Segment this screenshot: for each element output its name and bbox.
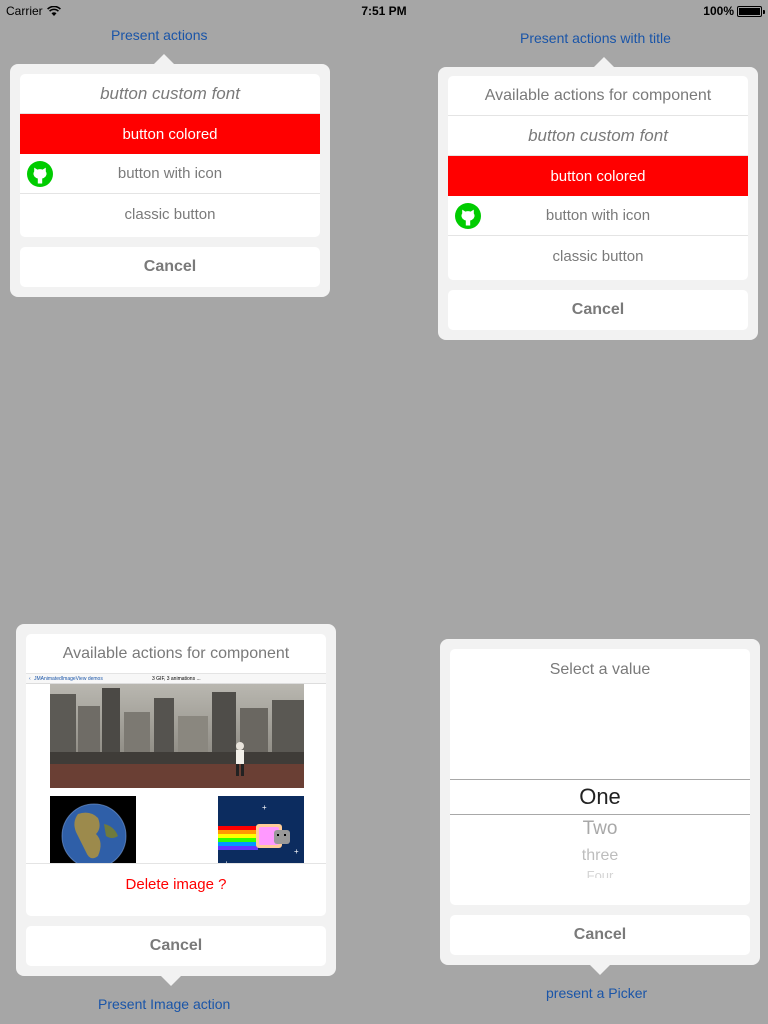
svg-text:+: +	[294, 847, 299, 856]
cancel-button[interactable]: Cancel	[20, 247, 320, 287]
custom-font-button[interactable]: button custom font	[448, 116, 748, 156]
svg-text:+: +	[224, 859, 229, 864]
nyan-cat-photo: + + +	[218, 796, 304, 864]
battery-icon	[737, 5, 765, 17]
cancel-button[interactable]: Cancel	[450, 915, 750, 955]
actions-title: Available actions for component	[448, 76, 748, 116]
custom-font-button[interactable]: button custom font	[20, 74, 320, 114]
embedded-back-label: JMAnimatedImageView demos	[34, 676, 103, 682]
classic-button[interactable]: classic button	[20, 194, 320, 234]
colored-button[interactable]: button colored	[20, 114, 320, 154]
github-icon	[27, 161, 53, 187]
back-chevron-icon: ‹	[29, 676, 31, 682]
picker-group: Select a value One Two three Four	[450, 649, 750, 905]
battery-percent: 100%	[703, 4, 734, 18]
icon-button-label: button with icon	[117, 165, 223, 182]
delete-image-button[interactable]: Delete image ?	[26, 864, 326, 904]
icon-button[interactable]: button with icon	[448, 196, 748, 236]
github-icon	[455, 203, 481, 229]
status-bar: Carrier 7:51 PM 100%	[0, 0, 768, 20]
picker-popover: Select a value One Two three Four Cancel	[440, 639, 760, 975]
present-image-action-link[interactable]: Present Image action	[98, 996, 230, 1012]
image-action-popover: Available actions for component ‹ JMAnim…	[16, 624, 336, 986]
picker-option-four[interactable]: Four	[450, 868, 750, 878]
actions-popover: button custom font button colored button…	[10, 54, 330, 297]
image-action-title: Available actions for component	[26, 634, 326, 674]
embedded-nav-title: 3 GIF, 3 animations ...	[152, 676, 201, 682]
image-action-group: Available actions for component ‹ JMAnim…	[26, 634, 326, 916]
cancel-button[interactable]: Cancel	[448, 290, 748, 330]
icon-button[interactable]: button with icon	[20, 154, 320, 194]
actions-group: button custom font button colored button…	[20, 74, 320, 237]
picker-option-two[interactable]: Two	[450, 818, 750, 840]
present-actions-link[interactable]: Present actions	[111, 27, 208, 43]
classic-button[interactable]: classic button	[448, 236, 748, 276]
embedded-screenshot: ‹ JMAnimatedImageView demos 3 GIF, 3 ani…	[26, 674, 326, 864]
actions-with-title-group: Available actions for component button c…	[448, 76, 748, 280]
present-picker-link[interactable]: present a Picker	[546, 985, 647, 1001]
picker-title: Select a value	[549, 661, 651, 678]
svg-text:+: +	[262, 803, 267, 812]
cancel-button[interactable]: Cancel	[26, 926, 326, 966]
battery-indicator: 100%	[703, 4, 765, 18]
picker-option-three[interactable]: three	[450, 847, 750, 865]
colored-button[interactable]: button colored	[448, 156, 748, 196]
earth-photo	[50, 796, 136, 863]
actions-with-title-popover: Available actions for component button c…	[438, 57, 758, 340]
embedded-navbar: ‹ JMAnimatedImageView demos 3 GIF, 3 ani…	[26, 674, 326, 684]
clock: 7:51 PM	[361, 4, 407, 18]
picker-option-one[interactable]: One	[450, 784, 750, 810]
icon-button-label: button with icon	[545, 207, 651, 224]
present-actions-with-title-link[interactable]: Present actions with title	[520, 30, 671, 46]
city-photo	[50, 684, 304, 788]
